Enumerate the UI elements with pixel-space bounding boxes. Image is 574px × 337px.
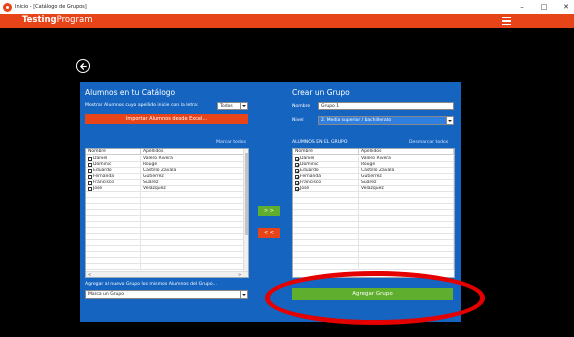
filter-label: Mostrar Alumnos cuyo apellido inicie con… [85,103,199,108]
group-level-label: Nivel [292,118,304,123]
logo-thin-text: Program [56,15,93,25]
window-title: Inicio - [Catálogo de Grupos] [15,4,87,10]
brand-logo: TestingProgram [22,15,92,25]
group-students-table: Nombre Apellidos Daniel Valero Rivera Domi… [292,148,455,278]
maximize-button[interactable]: □ [540,0,548,14]
add-to-group-button[interactable]: > > [258,206,280,216]
table-header: Nombre Apellidos [293,149,454,155]
catalog-students-table: Nombre Apellidos Daniel Valero Rivera Domi… [85,148,249,278]
letter-filter-value: Todos [220,104,233,109]
row-checkbox[interactable] [295,169,299,173]
copy-group-select[interactable]: Marca un Grupo [85,290,248,299]
group-name-input[interactable]: Grupo 1 [318,102,454,110]
close-button[interactable]: ✕ [562,0,570,14]
unmark-all-link[interactable]: Desmarcar todos [409,140,448,145]
scroll-left-icon[interactable]: < [88,272,91,277]
mark-all-link[interactable]: Marcar todos [216,140,246,145]
scrollbar-thumb[interactable] [245,153,248,235]
row-checkbox[interactable] [295,181,299,185]
arrow-left-icon [79,62,87,70]
chevron-down-icon [446,117,453,124]
row-checkbox[interactable] [88,181,92,185]
title-bar: Inicio - [Catálogo de Grupos] – □ ✕ [0,0,574,14]
app-logo-icon [3,2,12,12]
empty-table-row [86,264,244,270]
column-header-name: Nombre [86,149,141,155]
import-excel-button[interactable]: Importar Alumnos desde Excel... [85,114,248,124]
copy-group-value: Marca un Grupo [88,292,124,297]
row-checkbox[interactable] [88,157,92,161]
group-level-value: 2. Media superior / bachillerato [321,118,392,123]
row-checkbox[interactable] [88,175,92,179]
group-students-label: ALUMNOS EN EL GRUPO [292,140,348,145]
chevron-down-icon [240,103,247,109]
group-name-label: Nombre [292,104,311,109]
back-arrow-button[interactable] [76,59,90,73]
row-checkbox[interactable] [88,187,92,191]
table-header: Nombre Apellidos [86,149,244,155]
row-checkbox[interactable] [88,169,92,173]
highlight-ellipse-annotation [265,271,485,325]
chevron-down-icon [240,291,247,298]
vertical-scrollbar[interactable] [243,149,248,271]
letter-filter-select[interactable]: Todos [217,102,248,110]
column-header-surname: Apellidos [359,149,454,155]
create-group-heading: Crear un Grupo [292,88,350,97]
copy-group-label: Agregar al nuevo Grupo los mismos Alumno… [85,282,217,287]
app-header: TestingProgram [0,14,574,28]
catalog-heading: Alumnos en tu Catálogo [85,88,176,97]
surname-cell [359,264,454,270]
scroll-right-icon[interactable]: > [238,272,241,277]
column-header-surname: Apellidos [141,149,244,155]
horizontal-scrollbar[interactable]: < > [86,271,248,277]
name-cell [293,264,359,270]
window-controls: – □ ✕ [518,0,570,14]
logo-bold-text: Testing [22,15,57,25]
name-cell [86,264,141,270]
row-checkbox[interactable] [88,163,92,167]
row-checkbox[interactable] [295,157,299,161]
hamburger-menu-icon[interactable] [502,17,511,25]
remove-from-group-button[interactable]: < < [258,228,280,238]
row-checkbox[interactable] [295,163,299,167]
minimize-button[interactable]: – [518,0,526,14]
app-window: Inicio - [Catálogo de Grupos] – □ ✕ Test… [0,0,574,337]
surname-cell [141,264,244,270]
column-header-name: Nombre [293,149,359,155]
empty-table-row [293,264,454,270]
row-checkbox[interactable] [295,175,299,179]
group-level-select[interactable]: 2. Media superior / bachillerato [318,116,454,125]
row-checkbox[interactable] [295,187,299,191]
